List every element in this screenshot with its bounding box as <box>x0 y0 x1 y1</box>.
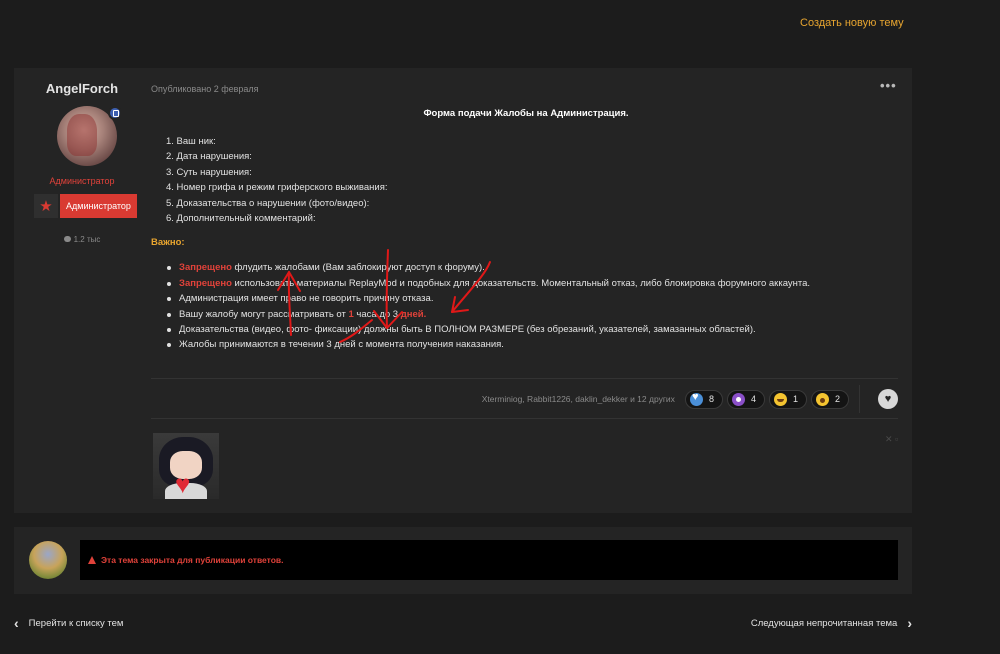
chevron-right-icon: › <box>907 615 912 631</box>
rule-highlight: дней. <box>400 308 427 320</box>
role-row: ★ Администратор <box>34 194 137 218</box>
rule-text: часа до 3 <box>353 308 401 320</box>
rule-item: Администрация имеет право не говорить пр… <box>166 291 891 306</box>
star-icon: ★ <box>34 194 58 218</box>
heart-reaction-icon <box>689 391 703 406</box>
signature-controls[interactable]: ✕ ▫ <box>885 434 898 445</box>
form-field: 1. Ваш ник: <box>166 136 216 147</box>
warning-icon <box>88 556 96 564</box>
form-field: 3. Суть нарушения: <box>166 166 252 178</box>
rule-item: Запрещено флудить жалобами (Вам заблокир… <box>166 260 891 275</box>
published-date[interactable]: Опубликовано 2 февраля <box>151 84 259 94</box>
reaction-pill[interactable]: 2 <box>810 389 849 409</box>
signature-image: ♥ <box>153 433 219 499</box>
author-panel: AngelForch Администратор ★ Администратор… <box>14 68 150 513</box>
like-heart-button[interactable]: ♥ <box>878 389 898 409</box>
rule-text: Жалобы принимаются в течении 3 дней с мо… <box>179 339 504 351</box>
back-label: Перейти к списку тем <box>28 617 124 629</box>
post-count-value: 1.2 тыс <box>73 235 101 244</box>
shield-badge-icon <box>108 106 122 120</box>
form-field: 4. Номер грифа и режим гриферского выжив… <box>166 182 388 194</box>
reaction-count: 4 <box>750 394 756 404</box>
next-unread-topic-link[interactable]: Следующая непрочитанная тема › <box>750 615 912 631</box>
reaction-count: 8 <box>708 394 714 404</box>
reaction-pill[interactable]: 1 <box>768 389 807 409</box>
divider <box>151 418 898 419</box>
form-field: 6. Дополнительный комментарий: <box>166 212 316 224</box>
form-field: 5. Доказательства о нарушении (фото/виде… <box>166 197 370 209</box>
reaction-count: 2 <box>834 394 840 404</box>
chevron-left-icon: ‹ <box>14 615 19 631</box>
reaction-pill[interactable]: 8 <box>684 389 723 409</box>
reaction-count: 1 <box>792 394 798 404</box>
rule-text: Доказательства (видео, фото- фиксации) д… <box>179 323 756 335</box>
create-topic-link[interactable]: Создать новую тему <box>800 17 904 29</box>
more-options-icon[interactable]: ••• <box>880 78 897 93</box>
divider <box>151 378 898 379</box>
current-user-avatar[interactable] <box>29 541 67 579</box>
rule-item: Вашу жалобу могут рассматривать от 1 час… <box>166 307 891 322</box>
avatar-image <box>67 114 97 156</box>
laugh-reaction-icon <box>773 392 787 406</box>
reactions-bar: Xterminiog, Rabbit1226, daklin_dekker и … <box>151 385 898 413</box>
form-title: Форма подачи Жалобы на Администрация. <box>423 108 629 119</box>
post-content: Форма подачи Жалобы на Администрация. 1.… <box>151 108 891 353</box>
rule-text: Вашу жалобу могут рассматривать от <box>179 308 349 320</box>
reaction-pill[interactable]: 4 <box>726 389 765 409</box>
role-badge: Администратор <box>60 194 137 218</box>
post-count: 1.2 тыс <box>14 235 150 244</box>
signature-heart-icon: ♥ <box>175 469 191 499</box>
author-name[interactable]: AngelForch <box>14 81 150 96</box>
post: AngelForch Администратор ★ Администратор… <box>14 68 912 513</box>
next-label: Следующая непрочитанная тема <box>750 617 898 629</box>
form-fields: 1. Ваш ник: 2. Дата нарушения: 3. Суть н… <box>166 134 891 226</box>
rule-item: Запрещено использовать материалы ReplayM… <box>166 276 891 291</box>
chat-icon <box>63 235 71 242</box>
rule-item: Доказательства (видео, фото- фиксации) д… <box>166 322 891 337</box>
rule-text: использовать материалы ReplayMod и подоб… <box>231 277 811 289</box>
important-label: Важно: <box>151 237 185 249</box>
rule-item: Жалобы принимаются в течении 3 дней с мо… <box>166 337 891 352</box>
rule-highlight: Запрещено <box>179 277 232 289</box>
role-text: Администратор <box>49 176 115 186</box>
reaction-separator <box>859 385 860 413</box>
rules-list: Запрещено флудить жалобами (Вам заблокир… <box>166 260 891 352</box>
purple-reaction-icon <box>731 392 745 406</box>
closed-message-text: Эта тема закрыта для публикации ответов. <box>101 555 284 565</box>
wow-reaction-icon <box>815 392 829 406</box>
rule-highlight: Запрещено <box>179 262 232 274</box>
rule-text: флудить жалобами (Вам заблокируют доступ… <box>231 262 485 274</box>
reactors-list[interactable]: Xterminiog, Rabbit1226, daklin_dekker и … <box>482 394 675 404</box>
closed-message: Эта тема закрыта для публикации ответов. <box>80 540 898 580</box>
back-to-topics-link[interactable]: ‹ Перейти к списку тем <box>14 615 124 631</box>
avatar[interactable] <box>57 106 122 166</box>
rule-text: Администрация имеет право не говорить пр… <box>179 293 434 305</box>
form-field: 2. Дата нарушения: <box>166 151 252 163</box>
closed-reply-box: Эта тема закрыта для публикации ответов. <box>14 527 912 594</box>
